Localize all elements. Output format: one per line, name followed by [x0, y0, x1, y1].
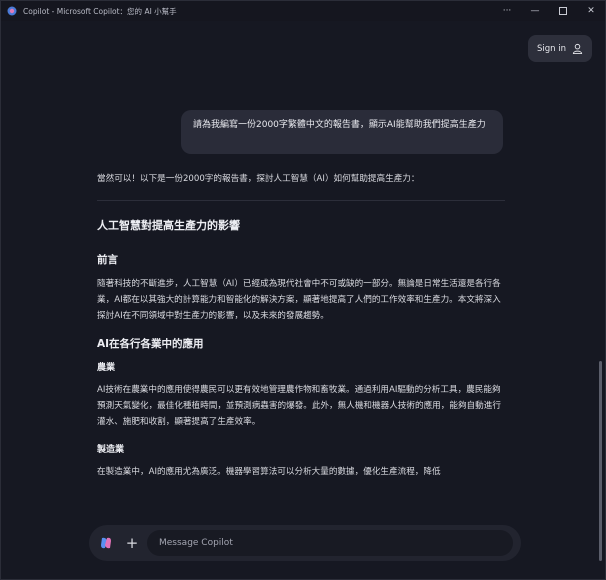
response-intro: 當然可以！以下是一份2000字的報告書，探討人工智慧（AI）如何幫助提高生產力： [97, 174, 420, 184]
user-icon [572, 43, 583, 54]
copilot-app-icon [7, 6, 17, 16]
title-bar: Copilot - Microsoft Copilot：您的 AI 小幫手 ··… [1, 1, 605, 21]
section-heading-preface: 前言 [97, 254, 118, 266]
assistant-response: 當然可以！以下是一份2000字的報告書，探討人工智慧（AI）如何幫助提高生產力：… [97, 171, 505, 492]
user-message-bubble: 請為我編寫一份2000字繁體中文的報告書，顯示AI能幫助我們提高生產力 [181, 110, 503, 154]
copilot-window: Copilot - Microsoft Copilot：您的 AI 小幫手 ··… [0, 0, 606, 580]
subsection-heading-agriculture: 農業 [97, 363, 116, 373]
minimize-icon[interactable]: — [521, 1, 549, 21]
close-icon[interactable]: ✕ [577, 1, 605, 21]
sign-in-label: Sign in [537, 43, 566, 54]
subsection-body-agriculture: AI技術在農業中的應用使得農民可以更有效地管理農作物和畜牧業。通過利用AI驅動的… [97, 385, 501, 427]
window-controls: ··· — ✕ [493, 1, 605, 21]
composer: + [89, 525, 521, 561]
maximize-icon[interactable] [549, 1, 577, 21]
section-heading-applications: AI在各行各業中的應用 [97, 338, 204, 350]
subsection-heading-manufacturing: 製造業 [97, 445, 125, 455]
more-options-icon[interactable]: ··· [493, 1, 521, 21]
scrollbar[interactable] [599, 361, 602, 561]
message-input-wrap[interactable] [147, 530, 513, 556]
sign-in-button[interactable]: Sign in [528, 35, 592, 62]
window-title: Copilot - Microsoft Copilot：您的 AI 小幫手 [23, 6, 177, 16]
copilot-logo-icon[interactable] [99, 536, 113, 550]
response-divider [97, 200, 505, 201]
report-title: 人工智慧對提高生產力的影響 [97, 219, 240, 232]
subsection-body-manufacturing: 在製造業中，AI的應用尤為廣泛。機器學習算法可以分析大量的數據，優化生產流程，降… [97, 467, 441, 477]
section-body-preface: 隨著科技的不斷進步，人工智慧（AI）已經成為現代社會中不可或缺的一部分。無論是日… [97, 279, 501, 321]
message-input[interactable] [157, 537, 513, 549]
add-attachment-icon[interactable]: + [125, 534, 139, 552]
